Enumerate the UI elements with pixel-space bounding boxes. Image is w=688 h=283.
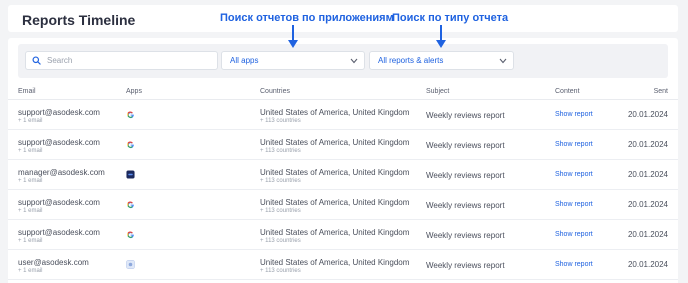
search-icon [32, 56, 41, 65]
row-countries-extra: + 113 countries [260, 268, 301, 274]
light-app-icon [126, 260, 135, 269]
row-sent-date: 20.01.2024 [627, 200, 668, 209]
google-play-icon [126, 230, 135, 239]
show-report-link[interactable]: Show report [555, 141, 593, 148]
search-box[interactable] [25, 51, 218, 70]
search-input[interactable] [47, 56, 207, 65]
table-row: support@asodesk.com + 1 email United State… [8, 220, 678, 250]
column-email: Email [18, 88, 36, 95]
row-sent-date: 20.01.2024 [627, 110, 668, 119]
row-countries-extra: + 113 countries [260, 178, 301, 184]
row-countries: United States of America, United Kingdom [260, 258, 410, 267]
column-subject: Subject [426, 88, 450, 95]
row-subject: Weekly reviews report [426, 261, 505, 270]
annotation-type-filter: Поиск по типу отчета [392, 12, 509, 24]
row-countries: United States of America, United Kingdom [260, 138, 410, 147]
row-email: support@asodesk.com [18, 198, 100, 207]
table-row: manager@asodesk.com + 1 email United State… [8, 160, 678, 190]
row-email-count: + 1 email [18, 268, 43, 274]
show-report-link[interactable]: Show report [555, 201, 593, 208]
report-type-select-value: All reports & alerts [378, 56, 444, 65]
row-email-count: + 1 email [18, 118, 43, 124]
column-content: Content [555, 88, 580, 95]
row-countries: United States of America, United Kingdom [260, 198, 410, 207]
chevron-down-icon [499, 58, 507, 63]
row-email-count: + 1 email [18, 148, 43, 154]
table-row: user@asodesk.com + 1 email United States o… [8, 250, 678, 280]
google-play-icon [126, 110, 135, 119]
row-subject: Weekly reviews report [426, 111, 505, 120]
row-email-count: + 1 email [18, 178, 43, 184]
show-report-link[interactable]: Show report [555, 231, 593, 238]
row-countries: United States of America, United Kingdom [260, 108, 410, 117]
report-type-select[interactable]: All reports & alerts [369, 51, 514, 70]
show-report-link[interactable]: Show report [555, 111, 593, 118]
table-header: Email Apps Countries Subject Content Sen… [8, 86, 678, 100]
filter-bar: All apps All reports & alerts [18, 44, 668, 78]
row-email: support@asodesk.com [18, 108, 100, 117]
row-countries-extra: + 113 countries [260, 238, 301, 244]
google-play-icon [126, 140, 135, 149]
row-sent-date: 20.01.2024 [627, 230, 668, 239]
row-sent-date: 20.01.2024 [627, 140, 668, 149]
row-email-count: + 1 email [18, 238, 43, 244]
row-countries-extra: + 113 countries [260, 148, 301, 154]
google-play-icon [126, 200, 135, 209]
show-report-link[interactable]: Show report [555, 171, 593, 178]
row-sent-date: 20.01.2024 [627, 170, 668, 179]
row-countries-extra: + 113 countries [260, 118, 301, 124]
row-email: support@asodesk.com [18, 228, 100, 237]
row-subject: Weekly reviews report [426, 141, 505, 150]
table-row: support@asodesk.com + 1 email United State… [8, 100, 678, 130]
row-email: user@asodesk.com [18, 258, 89, 267]
row-subject: Weekly reviews report [426, 201, 505, 210]
row-subject: Weekly reviews report [426, 171, 505, 180]
apps-select-value: All apps [230, 56, 259, 65]
show-report-link[interactable]: Show report [555, 261, 593, 268]
row-email-count: + 1 email [18, 208, 43, 214]
page-title: Reports Timeline [22, 12, 136, 28]
row-email: support@asodesk.com [18, 138, 100, 147]
row-subject: Weekly reviews report [426, 231, 505, 240]
arrow-down-icon [288, 25, 298, 48]
chevron-down-icon [350, 58, 358, 63]
column-sent: Sent [653, 88, 668, 95]
column-countries: Countries [260, 88, 290, 95]
table-row: support@asodesk.com + 1 email United State… [8, 190, 678, 220]
annotation-apps-filter: Поиск отчетов по приложениям [220, 12, 394, 24]
table-row: support@asodesk.com + 1 email United State… [8, 130, 678, 160]
row-email: manager@asodesk.com [18, 168, 105, 177]
row-countries: United States of America, United Kingdom [260, 228, 410, 237]
row-sent-date: 20.01.2024 [627, 260, 668, 269]
dark-app-icon [126, 170, 135, 179]
row-countries: United States of America, United Kingdom [260, 168, 410, 177]
column-apps: Apps [126, 88, 142, 95]
arrow-down-icon [436, 25, 446, 48]
row-countries-extra: + 113 countries [260, 208, 301, 214]
reports-card: All apps All reports & alerts Email Apps… [8, 38, 678, 283]
apps-select[interactable]: All apps [221, 51, 365, 70]
